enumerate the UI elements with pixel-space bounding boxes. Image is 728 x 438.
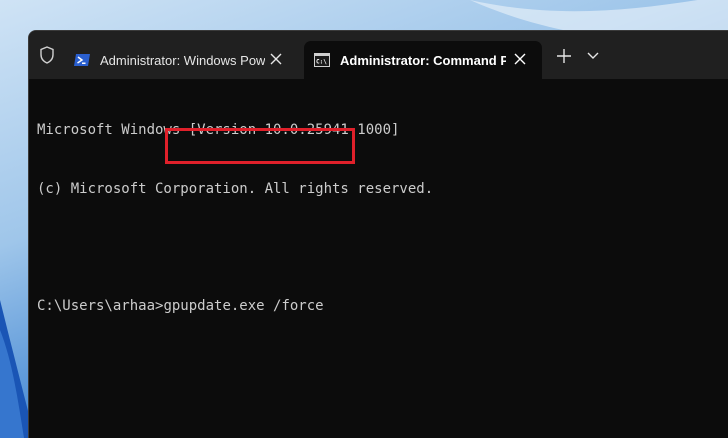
command-highlight-box	[165, 128, 355, 164]
tab-command-prompt[interactable]: C:\ Administrator: Command Pro	[304, 41, 542, 79]
tab-powershell[interactable]: Administrator: Windows Power	[64, 41, 298, 79]
terminal-window: Administrator: Windows Power C:\ Adminis…	[28, 30, 728, 438]
terminal-output[interactable]: Microsoft Windows [Version 10.0.25941.10…	[37, 82, 433, 355]
svg-text:C:\: C:\	[316, 59, 327, 66]
chevron-down-icon[interactable]	[585, 47, 601, 63]
new-tab-plus-icon[interactable]	[553, 45, 575, 67]
tab-label: Administrator: Command Pro	[340, 52, 506, 68]
close-icon[interactable]	[268, 51, 284, 67]
command-text: gpupdate.exe /force	[163, 297, 324, 314]
powershell-icon	[74, 54, 90, 66]
terminal-line: (c) Microsoft Corporation. All rights re…	[37, 180, 434, 197]
tab-label: Administrator: Windows Power	[100, 52, 265, 68]
close-icon[interactable]	[512, 51, 528, 67]
title-bar: Administrator: Windows Power C:\ Adminis…	[29, 31, 728, 79]
prompt-text: C:\Users\arhaa>	[37, 297, 164, 314]
command-line: C:\Users\arhaa>gpupdate.exe /force	[37, 297, 433, 317]
shield-icon	[37, 45, 57, 65]
command-prompt-icon: C:\	[314, 53, 330, 67]
